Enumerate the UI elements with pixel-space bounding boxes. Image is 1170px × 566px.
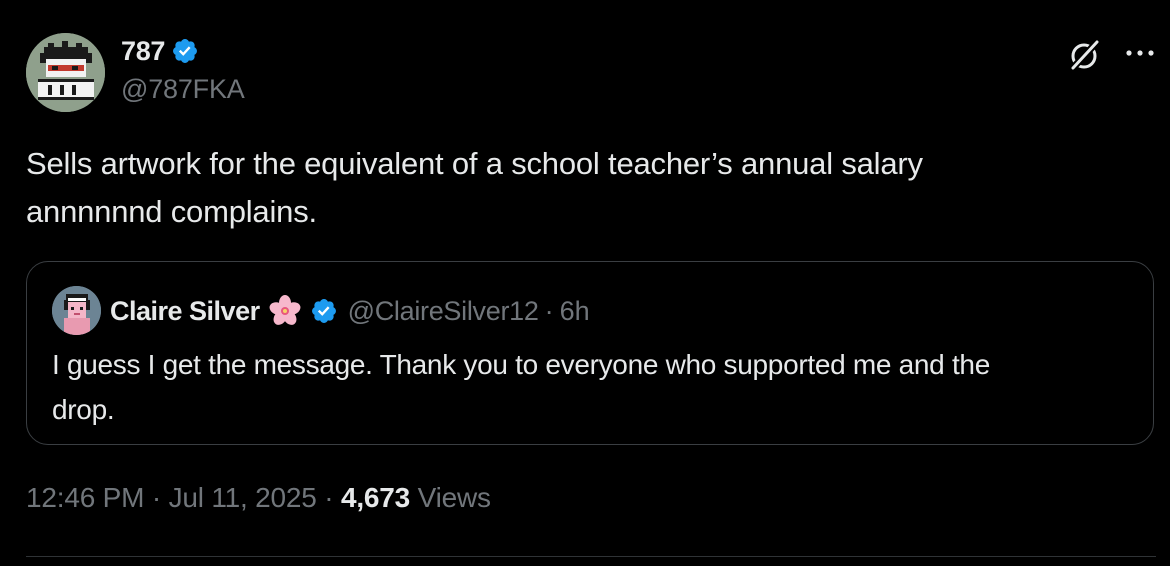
author-name[interactable]: 787	[121, 36, 165, 67]
views-label: Views	[417, 482, 491, 513]
quote-text: I guess I get the message. Thank you to …	[52, 342, 1132, 432]
tweet[interactable]: 787 @787FKA Sells artwork for the equiva…	[26, 0, 1156, 566]
quoted-tweet[interactable]: Claire Silver @ClaireSilver12 · 6h I gue…	[26, 261, 1154, 445]
separator-dot: ·	[544, 295, 554, 326]
tweet-text-line: annnnnnd complains.	[26, 194, 317, 229]
more-icon[interactable]	[1124, 43, 1156, 63]
verified-badge-icon	[311, 299, 336, 323]
post-time[interactable]: 12:46 PM	[26, 482, 144, 513]
quote-author-handle[interactable]: @ClaireSilver12	[348, 296, 539, 327]
author-avatar[interactable]	[26, 33, 105, 112]
author-name-row: 787	[121, 34, 245, 68]
quote-text-line: I guess I get the message. Thank you to …	[52, 349, 990, 380]
grok-icon[interactable]	[1068, 38, 1102, 72]
quote-author-name[interactable]: Claire Silver	[110, 296, 260, 327]
quote-timestamp[interactable]: 6h	[560, 296, 590, 327]
views-count: 4,673	[340, 482, 411, 513]
tweet-text-line: Sells artwork for the equivalent of a sc…	[26, 146, 923, 181]
tweet-text: Sells artwork for the equivalent of a sc…	[26, 140, 1136, 236]
quote-avatar	[52, 286, 101, 335]
verified-badge-icon	[173, 39, 198, 63]
divider	[26, 556, 1156, 557]
separator-dot: ·	[324, 482, 334, 513]
quote-header: Claire Silver @ClaireSilver12 · 6h	[110, 292, 590, 330]
tweet-meta: 12:46 PM · Jul 11, 2025 · 4,673 Views	[26, 482, 491, 514]
cherry-blossom-icon	[269, 295, 301, 325]
post-date[interactable]: Jul 11, 2025	[169, 482, 317, 513]
quote-text-line: drop.	[52, 394, 115, 425]
author-info[interactable]: 787 @787FKA	[121, 34, 245, 105]
author-handle[interactable]: @787FKA	[121, 74, 245, 105]
separator-dot: ·	[151, 482, 161, 513]
